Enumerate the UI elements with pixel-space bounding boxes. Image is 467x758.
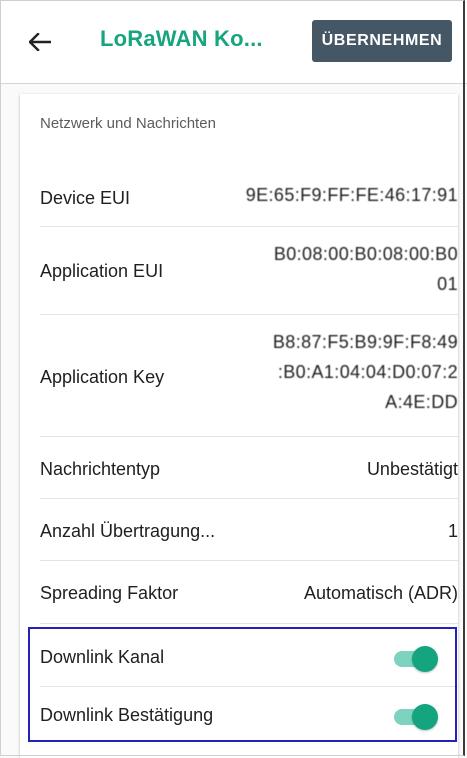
- window-frame: [0, 0, 465, 756]
